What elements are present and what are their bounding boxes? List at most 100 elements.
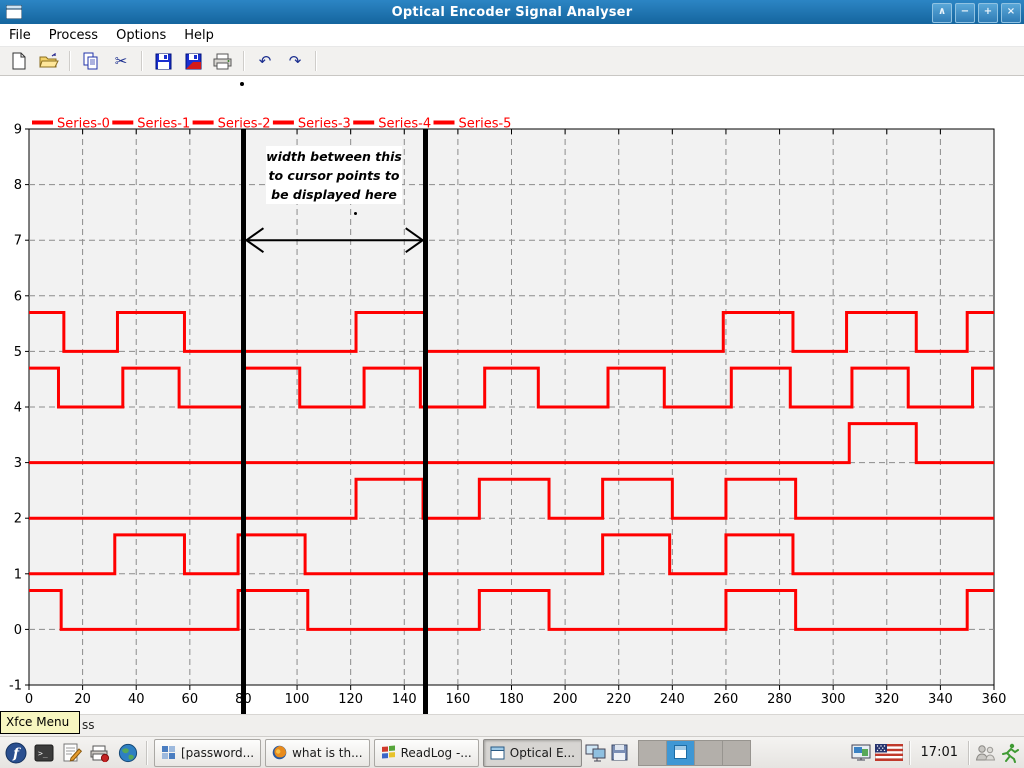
statusbar: ss bbox=[0, 714, 1024, 737]
text-editor-launcher[interactable] bbox=[58, 738, 86, 768]
workspace-3[interactable] bbox=[695, 741, 723, 765]
svg-text:180: 180 bbox=[499, 692, 524, 707]
svg-text:240: 240 bbox=[660, 692, 685, 707]
save-icon bbox=[155, 53, 172, 70]
undo-icon: ↶ bbox=[259, 54, 272, 69]
cursor-line-1[interactable] bbox=[241, 129, 246, 715]
new-file-icon bbox=[11, 52, 27, 70]
print-manager-icon bbox=[90, 743, 110, 763]
svg-text:140: 140 bbox=[392, 692, 417, 707]
redo-icon: ↷ bbox=[289, 54, 302, 69]
session-tray[interactable] bbox=[998, 740, 1022, 766]
svg-text:40: 40 bbox=[128, 692, 145, 707]
redo-button[interactable]: ↷ bbox=[280, 48, 310, 74]
dual-monitor-icon bbox=[585, 743, 607, 763]
svg-text:0: 0 bbox=[14, 623, 22, 638]
task-button-firefox[interactable]: what is th... bbox=[265, 739, 369, 767]
new-button[interactable] bbox=[4, 48, 34, 74]
task-label: [password... bbox=[181, 746, 254, 760]
firefox-icon bbox=[272, 745, 287, 760]
user-switch-tray[interactable] bbox=[974, 740, 998, 766]
web-browser-launcher[interactable] bbox=[114, 738, 142, 768]
copy-icon bbox=[82, 52, 100, 70]
display-settings-tray[interactable] bbox=[584, 740, 608, 766]
app-window-icon bbox=[490, 746, 505, 760]
password-window-icon bbox=[161, 745, 176, 760]
workspace-4[interactable] bbox=[723, 741, 750, 765]
toolbar-separator bbox=[141, 51, 143, 71]
menubar: File Process Options Help bbox=[0, 24, 1024, 47]
stray-dot bbox=[354, 212, 357, 215]
toolbar: ✂ ↶ ↷ bbox=[0, 47, 1024, 76]
cursor-line-2[interactable] bbox=[423, 129, 428, 715]
maximize-button[interactable]: + bbox=[978, 3, 998, 23]
toolbar-separator bbox=[69, 51, 71, 71]
svg-text:9: 9 bbox=[14, 123, 22, 138]
workspace-window-thumb bbox=[674, 745, 687, 759]
open-button[interactable] bbox=[34, 48, 64, 74]
task-button-password[interactable]: [password... bbox=[154, 739, 261, 767]
print-manager-launcher[interactable] bbox=[86, 738, 114, 768]
running-man-icon bbox=[1001, 743, 1019, 763]
task-button-optical-active[interactable]: Optical E... bbox=[483, 739, 582, 767]
annotation-line-1: width between this bbox=[266, 147, 402, 166]
menu-process[interactable]: Process bbox=[40, 26, 107, 45]
panel-separator bbox=[968, 741, 970, 765]
toolbar-separator bbox=[315, 51, 317, 71]
terminal-icon: >_ bbox=[34, 743, 54, 763]
toolbar-separator bbox=[243, 51, 245, 71]
shade-button[interactable]: ∧ bbox=[932, 3, 952, 23]
terminal-launcher[interactable]: >_ bbox=[30, 738, 58, 768]
svg-text:300: 300 bbox=[821, 692, 846, 707]
panel-clock[interactable]: 17:01 bbox=[915, 745, 964, 760]
titlebar: Optical Encoder Signal Analyser ∧ − + × bbox=[0, 0, 1024, 24]
legend-label: Series-5 bbox=[459, 117, 512, 132]
svg-text:2: 2 bbox=[14, 512, 22, 527]
save-as-button[interactable] bbox=[178, 48, 208, 74]
tray-right-cluster: 17:01 bbox=[849, 740, 1022, 766]
keyboard-layout-tray[interactable] bbox=[873, 740, 905, 766]
xfce-logo-icon: f bbox=[5, 742, 27, 764]
taskbar: f >_ bbox=[0, 736, 1024, 768]
workspace-pager bbox=[638, 740, 751, 766]
chart-annotation: width between this to cursor points to b… bbox=[266, 146, 402, 204]
workspace-1[interactable] bbox=[639, 741, 667, 765]
panel-separator bbox=[909, 741, 911, 765]
svg-text:>_: >_ bbox=[38, 749, 48, 758]
scissors-icon: ✂ bbox=[115, 54, 128, 69]
svg-text:7: 7 bbox=[14, 234, 22, 249]
close-button[interactable]: × bbox=[1001, 3, 1021, 23]
workspace-2-active[interactable] bbox=[667, 741, 695, 765]
menu-help[interactable]: Help bbox=[175, 26, 223, 45]
task-button-readlog[interactable]: ReadLog -... bbox=[374, 739, 479, 767]
y-axis-labels: -10123456789 bbox=[9, 123, 22, 694]
print-button[interactable] bbox=[208, 48, 238, 74]
undo-button[interactable]: ↶ bbox=[250, 48, 280, 74]
us-flag-icon bbox=[875, 744, 903, 761]
svg-text:0: 0 bbox=[25, 692, 33, 707]
x-axis-labels: 0204060801001201401601802002202402602803… bbox=[25, 692, 1007, 707]
svg-text:-1: -1 bbox=[9, 679, 22, 694]
task-label: Optical E... bbox=[510, 746, 575, 760]
screenshot-tray[interactable] bbox=[849, 740, 873, 766]
svg-text:1: 1 bbox=[14, 567, 22, 582]
xfce-menu-tooltip: Xfce Menu bbox=[0, 711, 80, 734]
cut-button[interactable]: ✂ bbox=[106, 48, 136, 74]
menu-options[interactable]: Options bbox=[107, 26, 175, 45]
removable-media-tray[interactable] bbox=[608, 740, 632, 766]
menu-file[interactable]: File bbox=[0, 26, 40, 45]
task-label: what is th... bbox=[292, 746, 362, 760]
printer-icon bbox=[213, 53, 233, 70]
screen-capture-icon bbox=[851, 744, 871, 762]
svg-text:260: 260 bbox=[714, 692, 739, 707]
svg-text:5: 5 bbox=[14, 345, 22, 360]
copy-button[interactable] bbox=[76, 48, 106, 74]
svg-text:160: 160 bbox=[445, 692, 470, 707]
minimize-button[interactable]: − bbox=[955, 3, 975, 23]
svg-text:4: 4 bbox=[14, 401, 22, 416]
save-button[interactable] bbox=[148, 48, 178, 74]
signal-chart: 0204060801001201401601802002202402602803… bbox=[0, 76, 1024, 714]
svg-text:100: 100 bbox=[285, 692, 310, 707]
xfce-menu-button[interactable]: f bbox=[2, 738, 30, 768]
windows-logo-icon bbox=[381, 745, 396, 760]
